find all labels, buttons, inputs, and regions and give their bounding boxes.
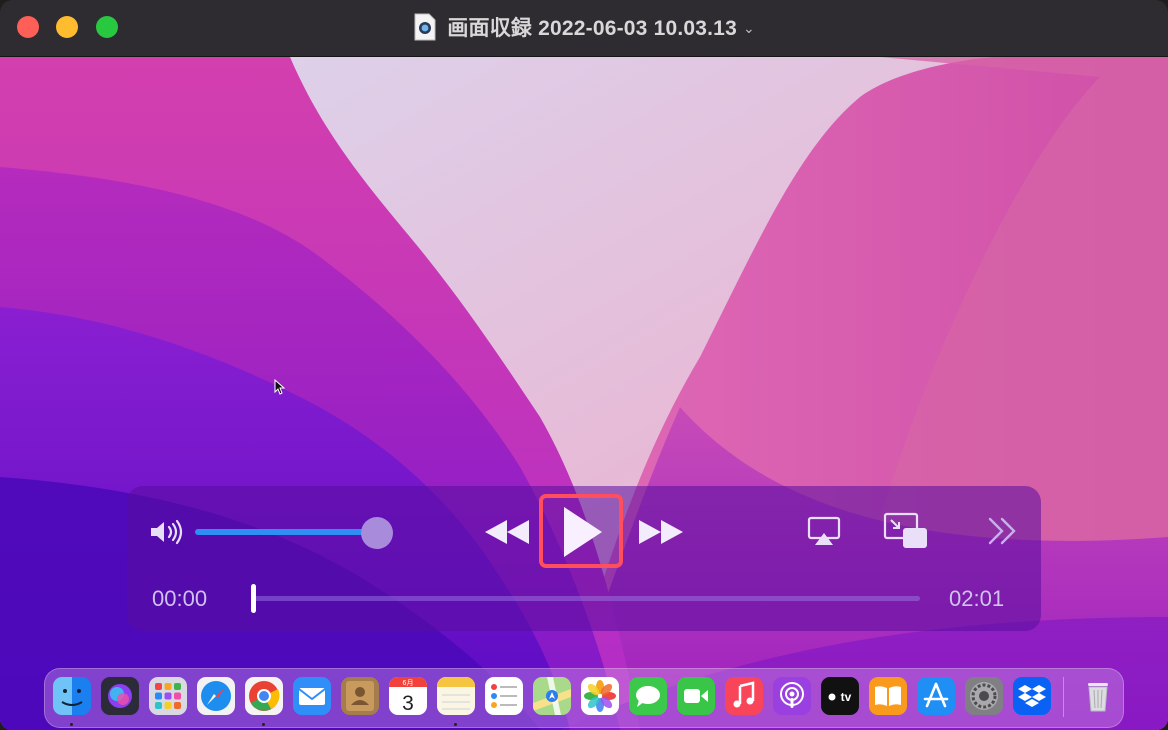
play-icon[interactable] (560, 505, 604, 559)
dropbox-icon[interactable] (1013, 677, 1051, 715)
messages-icon[interactable] (629, 677, 667, 715)
title-bar[interactable]: 画面収録 2022-06-03 10.03.13 ⌄ (0, 0, 1168, 57)
siri-icon[interactable] (101, 677, 139, 715)
podcasts-icon[interactable] (773, 677, 811, 715)
running-indicator (454, 723, 457, 726)
total-time-label: 02:01 (949, 586, 1005, 611)
mouse-pointer-icon (274, 379, 286, 395)
running-indicator (262, 723, 265, 726)
app-store-icon[interactable] (917, 677, 955, 715)
launchpad-icon[interactable] (149, 677, 187, 715)
maps-icon[interactable] (533, 677, 571, 715)
chevron-down-icon[interactable]: ⌄ (743, 20, 755, 37)
window-title-group[interactable]: 画面収録 2022-06-03 10.03.13 ⌄ (0, 12, 1168, 42)
photos-icon[interactable] (581, 677, 619, 715)
dock: 6月 3 tv (44, 668, 1124, 728)
chevron-double-right-icon[interactable] (987, 516, 1019, 546)
volume-slider-track[interactable] (195, 529, 377, 535)
volume-icon[interactable] (149, 518, 187, 546)
tv-icon[interactable]: tv (821, 677, 859, 715)
quicktime-document-icon (414, 13, 436, 41)
mail-icon[interactable] (293, 677, 331, 715)
calendar-icon[interactable]: 6月 3 (389, 677, 427, 715)
safari-icon[interactable] (197, 677, 235, 715)
fast-forward-icon[interactable] (637, 518, 685, 546)
notes-icon[interactable] (437, 677, 475, 715)
trash-icon[interactable] (1079, 677, 1117, 715)
dock-separator (1063, 677, 1064, 717)
reminders-icon[interactable] (485, 677, 523, 715)
finder-icon[interactable] (53, 677, 91, 715)
scrubber-playhead[interactable] (251, 584, 256, 613)
video-area[interactable]: 00:00 02:01 6月 3 tv (0, 57, 1168, 730)
quicktime-window: 画面収録 2022-06-03 10.03.13 ⌄ 00:00 02:01 6… (0, 0, 1168, 730)
facetime-icon[interactable] (677, 677, 715, 715)
calendar-month-label: 6月 (403, 679, 414, 687)
contacts-icon[interactable] (341, 677, 379, 715)
volume-slider-knob[interactable] (360, 517, 393, 549)
airplay-icon[interactable] (807, 516, 841, 548)
chrome-icon[interactable] (245, 677, 283, 715)
calendar-day-label: 3 (402, 692, 414, 715)
tv-label: tv (841, 690, 852, 704)
scrubber-track[interactable] (251, 596, 920, 601)
window-title: 画面収録 2022-06-03 10.03.13 (447, 17, 737, 40)
playback-controls-panel: 00:00 02:01 (127, 486, 1041, 631)
current-time-label: 00:00 (152, 586, 208, 611)
music-icon[interactable] (725, 677, 763, 715)
books-icon[interactable] (869, 677, 907, 715)
running-indicator (70, 723, 73, 726)
system-preferences-icon[interactable] (965, 677, 1003, 715)
picture-in-picture-icon[interactable] (883, 512, 929, 552)
rewind-icon[interactable] (483, 518, 531, 546)
